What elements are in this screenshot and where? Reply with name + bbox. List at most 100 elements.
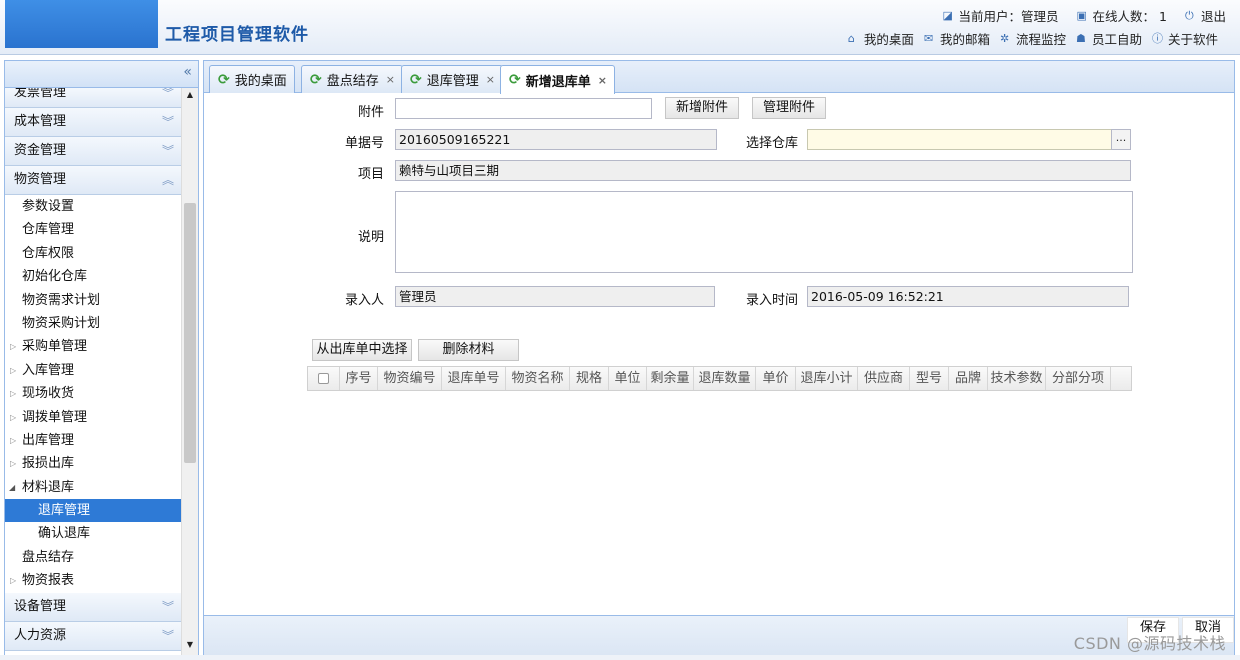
sidebar-group-materials[interactable]: 物资管理 ︽ — [5, 166, 181, 195]
tab-new-return-slip[interactable]: ⟳ 新增退库单 × — [500, 65, 615, 94]
nav-my-mailbox[interactable]: ✉ 我的邮箱 — [924, 29, 990, 48]
select-all-checkbox[interactable] — [308, 367, 340, 390]
chevron-up-icon: ︽ — [161, 173, 174, 187]
sidebar-item[interactable]: 材料退库 — [5, 476, 181, 500]
tab-inventory-count[interactable]: ⟳ 盘点结存 × — [301, 65, 403, 93]
chevron-down-icon: ︾ — [161, 88, 174, 100]
sidebar-item[interactable]: 报损出库 — [5, 452, 181, 476]
scroll-down-icon[interactable]: ▼ — [182, 640, 198, 654]
checkbox-box — [318, 373, 329, 384]
header-status-bar: ◪ 当前用户：管理员 ▣ 在线人数： 1 ⏻ 退出 — [943, 6, 1226, 25]
grid-column-header[interactable]: 规格 — [570, 367, 609, 390]
sidebar-item[interactable]: 仓库管理 — [5, 218, 181, 241]
sidebar-scrollbar[interactable]: ▲ ▼ — [181, 88, 198, 655]
add-attachment-button[interactable]: 新增附件 — [665, 97, 739, 119]
sidebar-group-label: 资金管理 — [14, 143, 67, 158]
sidebar-item[interactable]: 初始化仓库 — [5, 265, 181, 288]
grid-columns: 序号 物资编号 退库单号 物资名称 规格 单位 剩余量 退库数量 单价 退库小计 供应商 型号 品牌 技术… — [340, 367, 1111, 390]
manage-attachment-button[interactable]: 管理附件 — [752, 97, 826, 119]
warehouse-label: 选择仓库 — [745, 136, 798, 151]
sidebar-item[interactable]: 调拨单管理 — [5, 406, 181, 430]
sidebar-item[interactable]: 物资需求计划 — [5, 289, 181, 312]
sidebar-group-equipment[interactable]: 设备管理 ︾ — [5, 592, 181, 622]
tab-bar: ⟳ 我的桌面 ⟳ 盘点结存 × ⟳ 退库管理 × ⟳ 新增退库单 × — [204, 61, 1234, 94]
home-icon: ⌂ — [847, 32, 855, 45]
entry-time-label: 录入时间 — [745, 293, 798, 308]
sidebar-group-label: 人力资源 — [14, 627, 67, 643]
sidebar-group-label: 物资管理 — [14, 172, 67, 187]
delete-material-button[interactable]: 删除材料 — [418, 339, 519, 361]
grid-column-header[interactable]: 单价 — [756, 367, 796, 390]
nav-about-software[interactable]: ⓘ 关于软件 — [1152, 29, 1218, 48]
tab-label: 退库管理 — [426, 74, 479, 89]
tab-my-desktop[interactable]: ⟳ 我的桌面 — [209, 65, 295, 93]
grid-column-header[interactable]: 序号 — [340, 367, 378, 390]
grid-column-header[interactable]: 退库单号 — [442, 367, 506, 390]
project-label: 项目 — [357, 167, 384, 182]
tab-label: 我的桌面 — [234, 74, 287, 89]
sidebar-item[interactable]: 物资报表 — [5, 569, 181, 593]
sidebar-item[interactable]: 采购单管理 — [5, 335, 181, 359]
select-from-outbound-button[interactable]: 从出库单中选择 — [312, 339, 412, 361]
grid-column-header[interactable]: 供应商 — [858, 367, 910, 390]
gear-icon: ✲ — [999, 32, 1010, 45]
sidebar-item[interactable]: 入库管理 — [5, 359, 181, 383]
online-count-text: 在线人数： 1 — [1092, 9, 1167, 24]
sidebar-item[interactable]: 参数设置 — [5, 195, 181, 218]
user-icon: ◪ — [942, 9, 953, 22]
warehouse-picker-button[interactable]: ... — [1111, 129, 1131, 150]
sidebar-group-funds[interactable]: 资金管理 ︾ — [5, 137, 181, 166]
sidebar-group-hr[interactable]: 人力资源 ︾ — [5, 621, 181, 651]
info-icon: ⓘ — [1151, 32, 1163, 45]
refresh-icon: ⟳ — [509, 72, 521, 88]
sidebar-group-label: 发票管理 — [14, 88, 67, 100]
grid-column-header[interactable]: 分部分项 — [1046, 367, 1111, 390]
sidebar-item[interactable]: 盘点结存 — [5, 546, 181, 569]
sidebar-group-cost[interactable]: 成本管理 ︾ — [5, 108, 181, 137]
sidebar-group-invoice[interactable]: 发票管理 ︾ — [5, 88, 181, 108]
nav-label: 关于软件 — [1167, 32, 1218, 47]
grid-column-header[interactable]: 退库数量 — [694, 367, 756, 390]
app-header: 工程项目管理软件 ◪ 当前用户：管理员 ▣ 在线人数： 1 ⏻ 退出 ⌂ 我的桌面… — [0, 0, 1240, 55]
sidebar-item[interactable]: 仓库权限 — [5, 242, 181, 265]
nav-employee-self-service[interactable]: ☗ 员工自助 — [1076, 29, 1142, 48]
grid-column-header[interactable]: 剩余量 — [647, 367, 694, 390]
logout-link[interactable]: ⏻ 退出 — [1185, 6, 1226, 25]
refresh-icon: ⟳ — [218, 71, 230, 88]
current-user-text: 当前用户：管理员 — [958, 9, 1059, 24]
scroll-up-icon[interactable]: ▲ — [182, 90, 198, 104]
sidebar-group-label: 设备管理 — [14, 598, 67, 614]
entry-time-field: 2016-05-09 16:52:21 — [807, 286, 1129, 307]
grid-column-header[interactable]: 物资编号 — [378, 367, 442, 390]
grid-column-header[interactable]: 品牌 — [949, 367, 988, 390]
nav-my-desktop[interactable]: ⌂ 我的桌面 — [848, 29, 914, 48]
scrollbar-thumb[interactable] — [184, 203, 196, 463]
close-icon[interactable]: × — [386, 73, 395, 86]
grid-column-header[interactable]: 技术参数 — [988, 367, 1046, 390]
chevron-down-icon: ︾ — [161, 115, 174, 129]
sidebar: « 发票管理 ︾ 成本管理 ︾ 资金管理 ︾ 物资管理 ︽ 参数设置 仓库管理 仓库… — [4, 60, 199, 656]
sidebar-item[interactable]: 确认退库 — [5, 522, 181, 545]
tab-return-management[interactable]: ⟳ 退库管理 × — [401, 65, 503, 93]
power-icon: ⏻ — [1184, 9, 1194, 22]
close-icon[interactable]: × — [486, 73, 495, 86]
status-strip — [0, 655, 1240, 660]
grid-column-header[interactable]: 型号 — [910, 367, 949, 390]
note-textarea[interactable] — [395, 191, 1133, 273]
nav-process-monitor[interactable]: ✲ 流程监控 — [1000, 29, 1066, 48]
csdn-watermark: CSDN @源码技术栈 — [1073, 634, 1226, 653]
grid-column-header[interactable]: 单位 — [609, 367, 647, 390]
close-icon[interactable]: × — [598, 74, 607, 87]
sidebar-item[interactable]: 物资采购计划 — [5, 312, 181, 335]
grid-column-header[interactable]: 退库小计 — [796, 367, 858, 390]
sidebar-item[interactable]: 现场收货 — [5, 382, 181, 406]
attachment-label: 附件 — [357, 105, 384, 120]
sidebar-item[interactable]: 退库管理 — [5, 499, 181, 523]
collapse-sidebar-icon[interactable]: « — [183, 64, 192, 80]
attachment-field[interactable] — [395, 98, 652, 119]
grid-column-header[interactable]: 物资名称 — [506, 367, 570, 390]
sidebar-item[interactable]: 出库管理 — [5, 429, 181, 453]
warehouse-field[interactable] — [807, 129, 1112, 150]
doc-no-field: 20160509165221 — [395, 129, 717, 150]
sidebar-item-list: 参数设置仓库管理仓库权限初始化仓库物资需求计划物资采购计划采购单管理入库管理现场… — [5, 195, 181, 593]
